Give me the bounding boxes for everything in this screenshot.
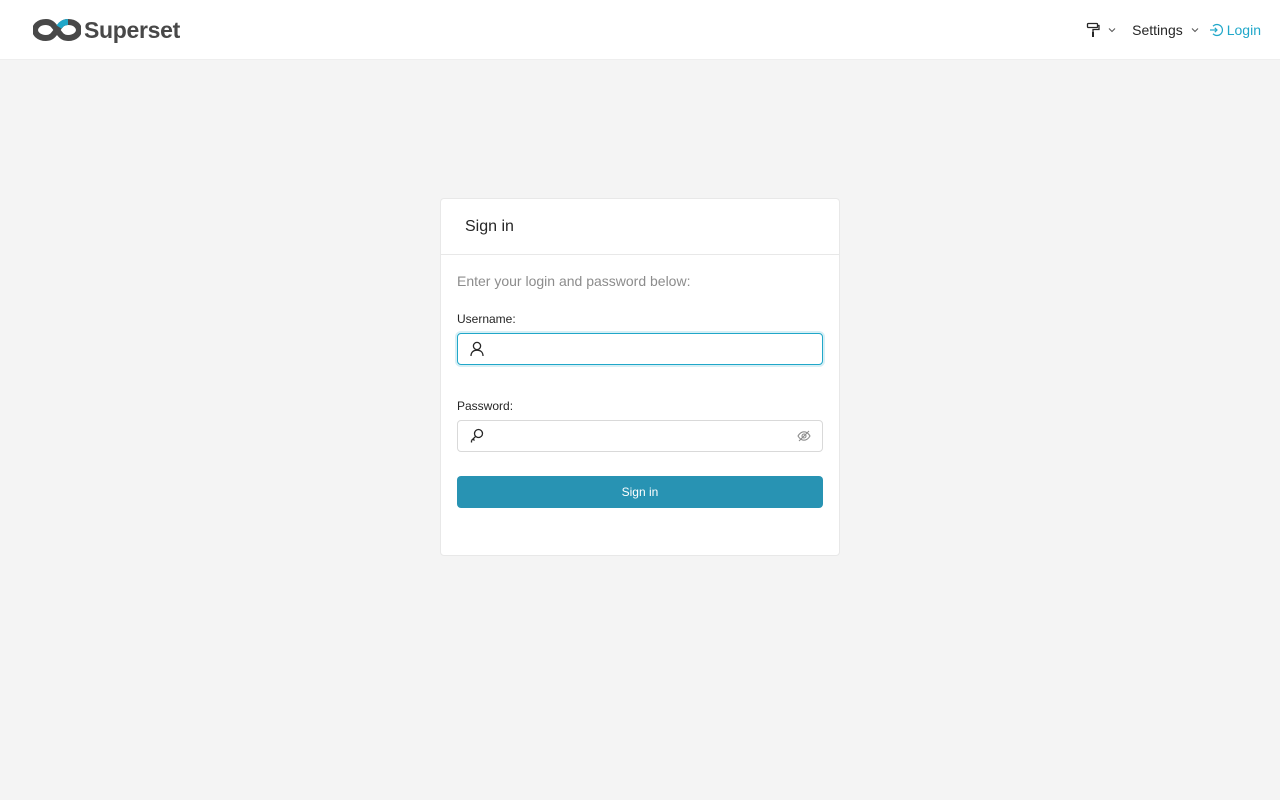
chevron-down-icon [1191, 28, 1199, 33]
paint-roller-icon [1086, 22, 1100, 37]
password-field[interactable] [457, 420, 823, 452]
login-link[interactable]: Login [1209, 22, 1261, 38]
navbar-right-menu: Settings Login [1086, 20, 1261, 40]
sign-in-button[interactable]: Sign in [457, 476, 823, 508]
username-input[interactable] [492, 335, 814, 363]
settings-label: Settings [1132, 22, 1183, 38]
eye-invisible-icon[interactable] [797, 430, 811, 442]
user-icon [470, 341, 484, 357]
key-icon [470, 428, 484, 444]
password-input[interactable] [492, 422, 789, 450]
login-card: Sign in Enter your login and password be… [440, 198, 840, 556]
superset-logo-icon [33, 18, 81, 42]
top-navbar: Superset Settings Login [0, 0, 1280, 60]
chevron-down-icon [1108, 28, 1116, 33]
password-label: Password: [457, 399, 514, 413]
login-form: Enter your login and password below: Use… [441, 255, 839, 508]
settings-menu[interactable]: Settings [1132, 22, 1199, 38]
brand-name: Superset [84, 16, 181, 43]
brand-logo[interactable]: Superset [33, 16, 180, 44]
theme-menu[interactable] [1086, 22, 1116, 38]
login-icon [1209, 23, 1223, 37]
login-hint: Enter your login and password below: [457, 273, 691, 289]
card-title: Sign in [441, 199, 839, 255]
login-label: Login [1226, 22, 1261, 38]
username-label: Username: [457, 312, 516, 326]
username-field[interactable] [457, 333, 823, 365]
